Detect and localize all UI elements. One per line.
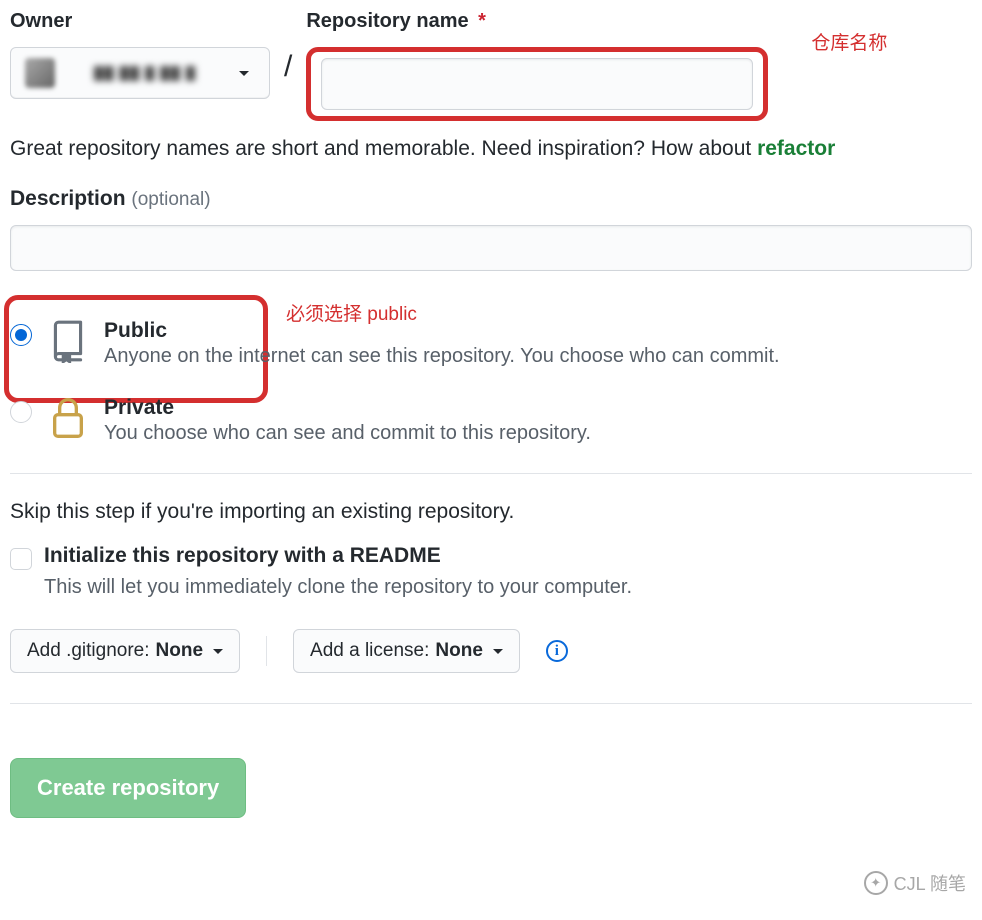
description-field: Description (optional) (10, 187, 972, 271)
reponame-suggestion-link[interactable]: refactor (757, 137, 835, 160)
visibility-public-option[interactable]: Public Anyone on the internet can see th… (10, 319, 972, 368)
owner-select-button[interactable]: ██ ██ █ ██ █ (10, 47, 270, 99)
visibility-section: 必须选择 public Public Anyone on the interne… (10, 319, 972, 445)
required-asterisk: * (478, 10, 486, 32)
watermark-text: CJL 随笔 (894, 870, 966, 896)
info-icon[interactable]: i (546, 640, 568, 662)
reponame-field: Repository name * 仓库名称 (306, 10, 768, 121)
annotation-highlight-reponame (306, 47, 768, 121)
watermark: ✦ CJL 随笔 (864, 870, 966, 896)
chevron-down-icon (213, 649, 223, 654)
reponame-help-text: Great repository names are short and mem… (10, 137, 972, 161)
visibility-private-option[interactable]: Private You choose who can see and commi… (10, 396, 972, 445)
gitignore-value: None (156, 640, 204, 662)
private-title: Private (104, 396, 591, 420)
license-select[interactable]: Add a license: None (293, 629, 520, 673)
description-input[interactable] (10, 225, 972, 271)
create-repository-button[interactable]: Create repository (10, 758, 246, 818)
owner-label: Owner (10, 10, 270, 33)
divider (10, 473, 972, 474)
readme-option[interactable]: Initialize this repository with a README (10, 544, 972, 570)
public-title: Public (104, 319, 780, 343)
chevron-down-icon (239, 71, 249, 76)
help-prefix: Great repository names are short and mem… (10, 137, 757, 160)
wechat-icon: ✦ (864, 871, 888, 895)
description-optional-text: (optional) (131, 189, 210, 210)
description-label: Description (optional) (10, 187, 211, 210)
annotation-reponame-text: 仓库名称 (811, 28, 887, 55)
gitignore-select[interactable]: Add .gitignore: None (10, 629, 240, 673)
repo-public-icon (46, 319, 90, 363)
description-label-text: Description (10, 187, 126, 210)
divider-vertical (266, 636, 267, 666)
gitignore-prefix: Add .gitignore: (27, 640, 150, 662)
reponame-label: Repository name * (306, 10, 768, 33)
init-selectors-row: Add .gitignore: None Add a license: None… (10, 629, 972, 673)
readme-label: Initialize this repository with a README (44, 544, 441, 568)
reponame-input[interactable] (321, 58, 753, 110)
readme-desc: This will let you immediately clone the … (44, 576, 972, 599)
divider (10, 703, 972, 704)
chevron-down-icon (493, 649, 503, 654)
radio-private[interactable] (10, 401, 32, 423)
license-value: None (435, 640, 483, 662)
readme-checkbox[interactable] (10, 548, 32, 570)
skip-import-text: Skip this step if you're importing an ex… (10, 500, 972, 524)
private-desc: You choose who can see and commit to thi… (104, 422, 591, 445)
avatar (25, 58, 55, 88)
license-prefix: Add a license: (310, 640, 429, 662)
owner-username: ██ ██ █ ██ █ (65, 66, 225, 81)
owner-field: Owner ██ ██ █ ██ █ (10, 10, 270, 99)
lock-icon (46, 396, 90, 440)
radio-public[interactable] (10, 324, 32, 346)
reponame-label-text: Repository name (306, 10, 468, 32)
separator-slash: / (284, 10, 292, 84)
public-desc: Anyone on the internet can see this repo… (104, 345, 780, 368)
